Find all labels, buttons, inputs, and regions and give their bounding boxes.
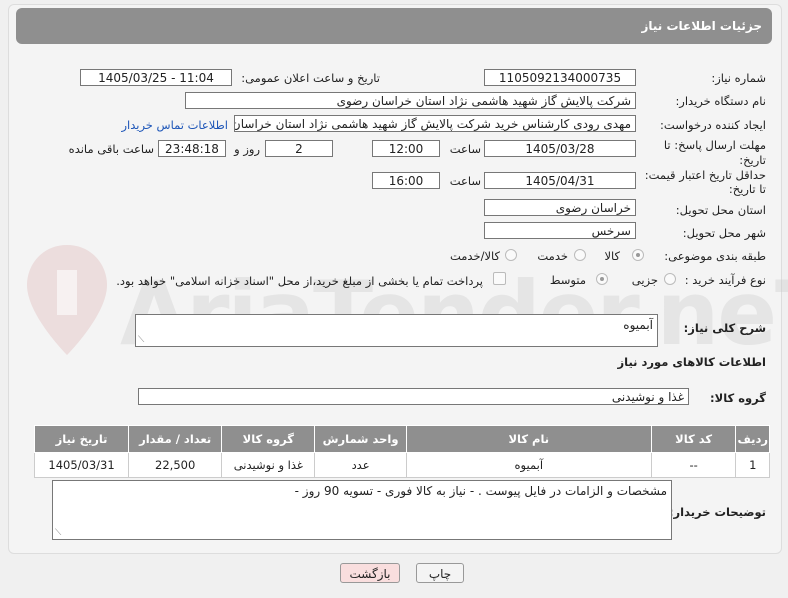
remaining-time-field: 23:48:18 <box>158 140 226 157</box>
need-number-field: 1105092134000735 <box>484 69 636 86</box>
category-goods-radio[interactable] <box>632 249 644 261</box>
buyer-label: نام دستگاه خریدار: <box>675 94 766 108</box>
process-minor-label: جزیی <box>631 273 658 287</box>
remaining-label: ساعت باقی مانده <box>68 142 154 156</box>
col-code: کد کالا <box>650 425 737 453</box>
validity-label: حداقل تاریخ اعتبار قیمت: <box>644 168 766 182</box>
validity-time-field: 16:00 <box>372 172 440 189</box>
back-button[interactable]: بازگشت <box>340 563 400 583</box>
cell-code: -- <box>650 452 737 478</box>
goods-table-header: ردیف کد کالا نام کالا واحد شمارش گروه کا… <box>33 425 770 453</box>
cell-name: آبمیوه <box>405 452 652 478</box>
cell-group: غذا و نوشیدنی <box>221 452 316 478</box>
table-row: 1 -- آبمیوه عدد غذا و نوشیدنی 22,500 140… <box>33 452 770 478</box>
print-button[interactable]: چاپ <box>416 563 464 583</box>
description-textarea[interactable]: آبمیوه ⟋ <box>135 314 658 347</box>
deadline-label-2: تاریخ: <box>739 153 766 167</box>
goods-group-field: غذا و نوشیدنی <box>138 388 689 405</box>
contact-buyer-link[interactable]: اطلاعات تماس خریدار <box>121 118 228 132</box>
col-group: گروه کالا <box>221 425 316 453</box>
deadline-date-field: 1405/03/28 <box>484 140 636 157</box>
buyer-notes-label: توضیحات خریدار: <box>668 505 766 519</box>
process-label: نوع فرآیند خرید : <box>684 273 766 287</box>
treasury-payment-checkbox[interactable] <box>493 272 506 285</box>
col-name: نام کالا <box>405 425 652 453</box>
validity-time-label: ساعت <box>449 174 481 188</box>
announce-label: تاریخ و ساعت اعلان عمومی: <box>241 71 380 85</box>
deadline-label: مهلت ارسال پاسخ: تا <box>663 138 766 152</box>
validity-label-2: تا تاریخ: <box>728 182 766 196</box>
province-label: استان محل تحویل: <box>675 203 766 217</box>
cell-unit: عدد <box>314 452 407 478</box>
col-row: ردیف <box>735 425 770 453</box>
process-minor-radio[interactable] <box>664 273 676 285</box>
province-field: خراسان رضوی <box>484 199 636 216</box>
goods-section-title: اطلاعات کالاهای مورد نیاز <box>617 355 766 369</box>
buyer-notes-text: مشخصات و الزامات در فایل پیوست . - نیاز … <box>294 484 667 498</box>
creator-label: ایجاد کننده درخواست: <box>660 118 766 132</box>
col-unit: واحد شمارش <box>314 425 407 453</box>
cell-row: 1 <box>735 452 770 478</box>
goods-group-label: گروه کالا: <box>710 391 766 405</box>
buyer-field: شرکت پالایش گاز شهید هاشمی نژاد استان خر… <box>185 92 636 109</box>
treasury-payment-note: پرداخت تمام یا بخشی از مبلغ خرید،از محل … <box>116 274 483 288</box>
resize-handle-icon[interactable]: ⟋ <box>138 335 144 345</box>
need-number-label: شماره نیاز: <box>711 71 766 85</box>
creator-field: مهدی رودی کارشناس خرید شرکت پالایش گاز ش… <box>234 115 636 132</box>
category-label: طبقه بندی موضوعی: <box>664 249 766 263</box>
goods-table: ردیف کد کالا نام کالا واحد شمارش گروه کا… <box>33 425 770 478</box>
page-header: جزئیات اطلاعات نیاز <box>16 8 772 44</box>
col-date: تاریخ نیاز <box>33 425 130 453</box>
buyer-notes-textarea[interactable]: مشخصات و الزامات در فایل پیوست . - نیاز … <box>52 480 672 540</box>
cell-quantity: 22,500 <box>128 452 223 478</box>
category-service-radio[interactable] <box>574 249 586 261</box>
city-label: شهر محل تحویل: <box>682 226 766 240</box>
category-both-label: کالا/خدمت <box>449 249 500 263</box>
validity-date-field: 1405/04/31 <box>484 172 636 189</box>
watermark-logo-icon <box>27 245 107 355</box>
description-text: آبمیوه <box>623 318 653 332</box>
process-medium-label: متوسط <box>549 273 586 287</box>
category-both-radio[interactable] <box>505 249 517 261</box>
description-label: شرح کلی نیاز: <box>683 321 766 335</box>
announce-field: 1405/03/25 - 11:04 <box>80 69 232 86</box>
deadline-time-field: 12:00 <box>372 140 440 157</box>
resize-handle-icon[interactable]: ⟋ <box>55 528 61 538</box>
days-label: روز و <box>234 142 260 156</box>
category-service-label: خدمت <box>537 249 568 263</box>
days-field: 2 <box>265 140 333 157</box>
process-medium-radio[interactable] <box>596 273 608 285</box>
page-title: جزئیات اطلاعات نیاز <box>641 19 762 33</box>
category-goods-label: کالا <box>604 249 620 263</box>
city-field: سرخس <box>484 222 636 239</box>
cell-date: 1405/03/31 <box>33 452 130 478</box>
col-quantity: تعداد / مقدار <box>128 425 223 453</box>
deadline-time-label: ساعت <box>449 142 481 156</box>
